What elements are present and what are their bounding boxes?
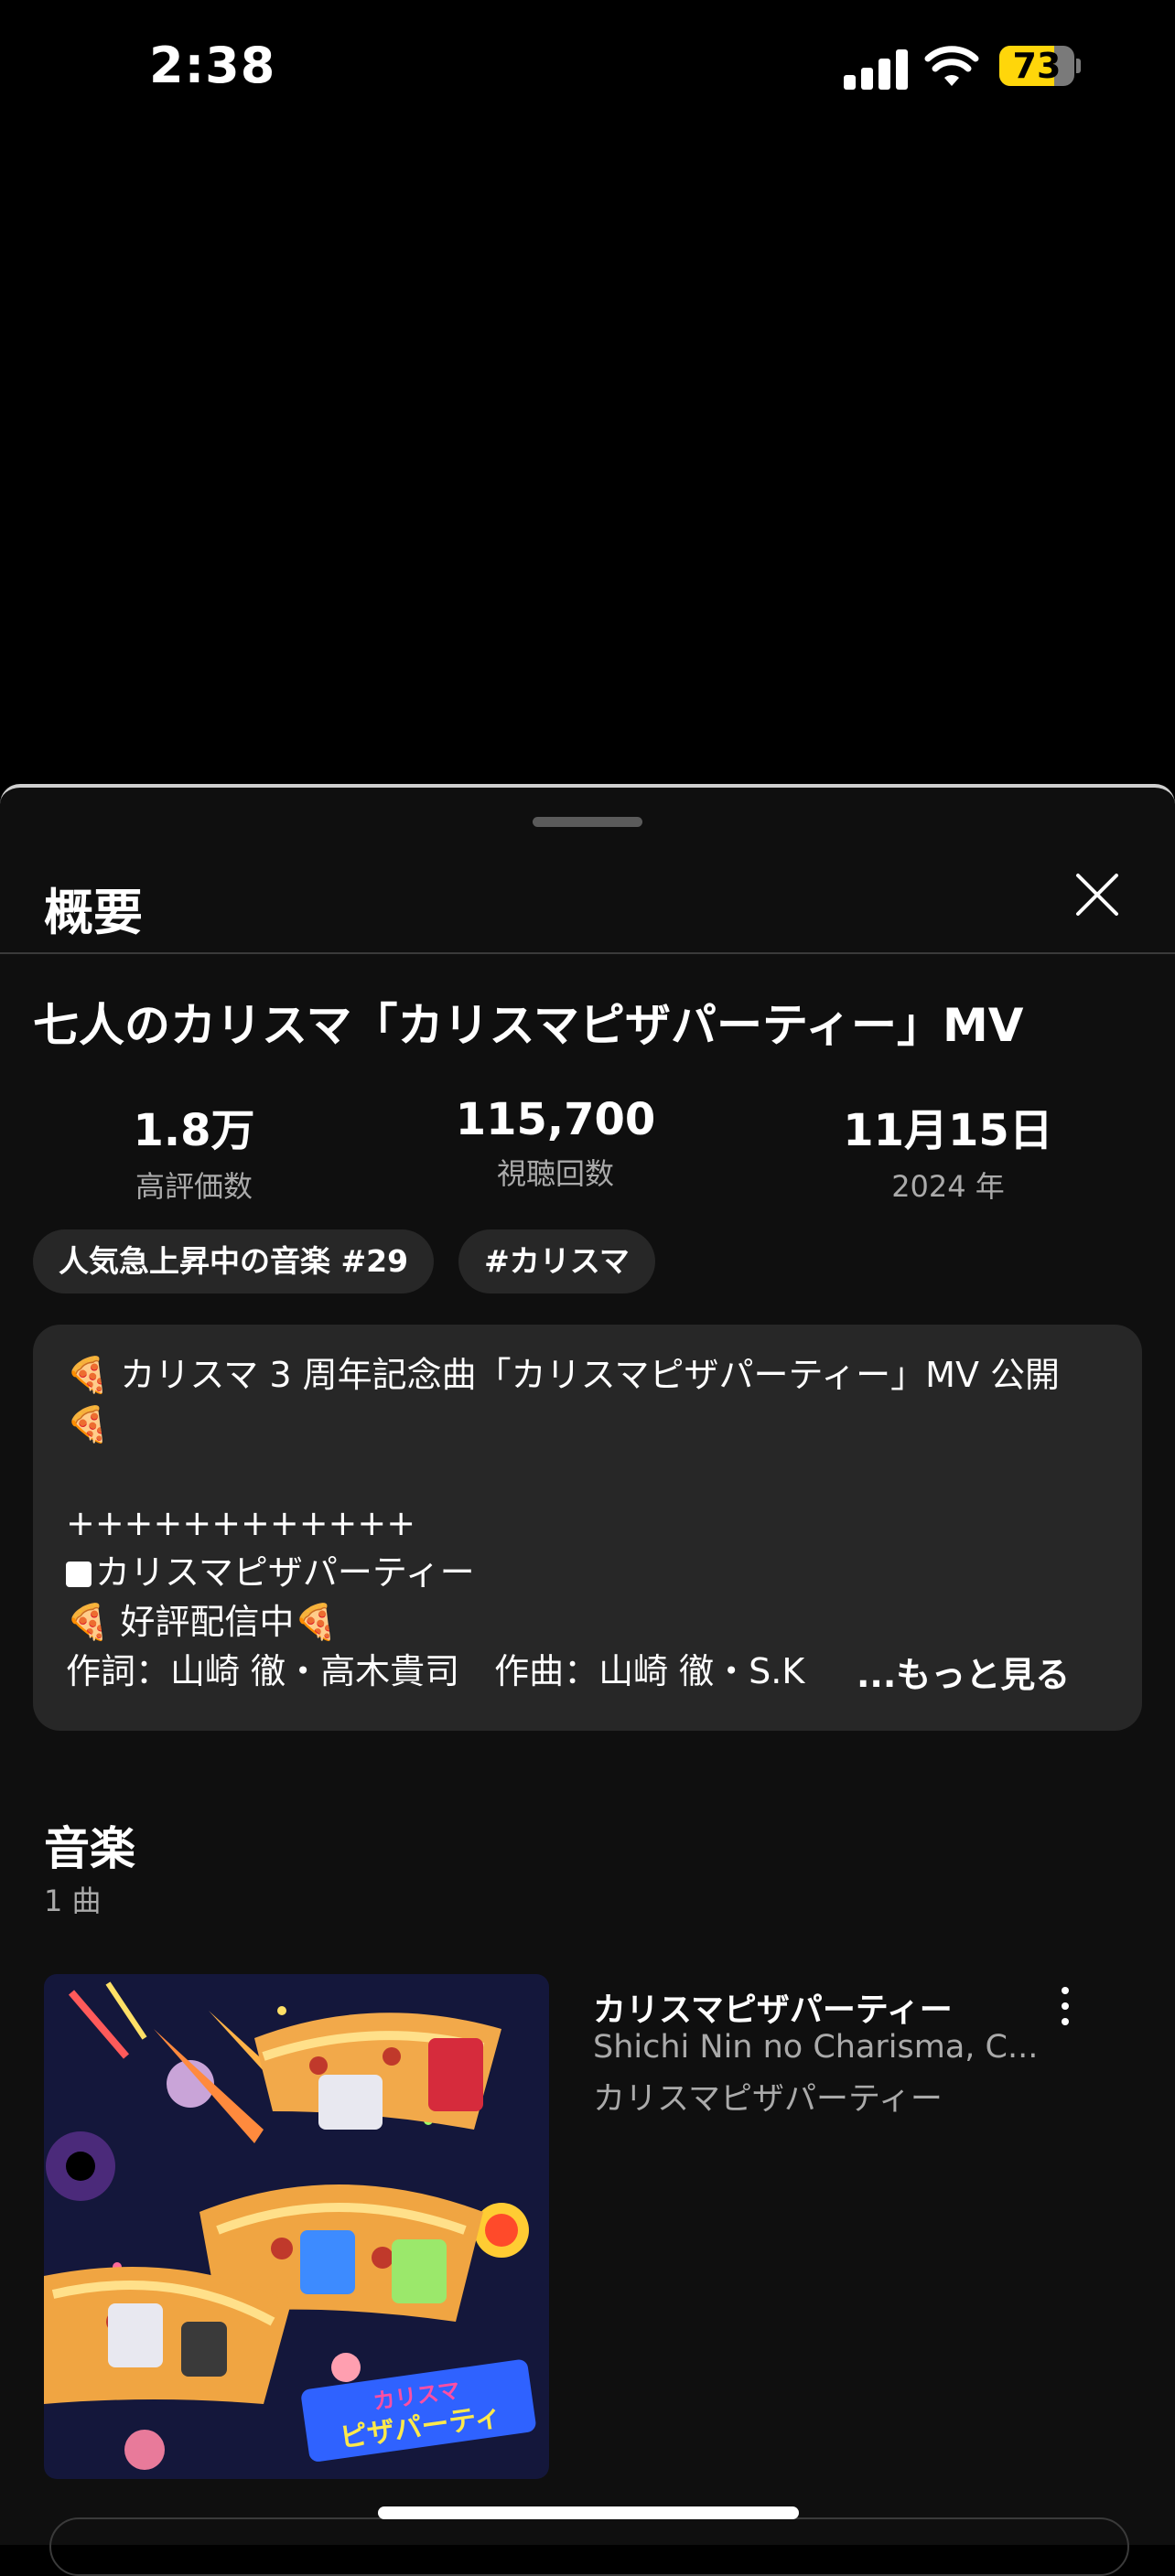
track-artist: Shichi Nin no Charisma, C... bbox=[593, 2029, 1039, 2066]
status-bar: 2:38 73 bbox=[0, 0, 1175, 137]
sheet-header: 概要 bbox=[0, 843, 1175, 954]
track-title: カリスマピザパーティー bbox=[593, 1991, 953, 2029]
status-time: 2:38 bbox=[149, 37, 276, 94]
date-stat: 11月15日 2024 年 bbox=[811, 1094, 1085, 1206]
track-album: カリスマピザパーティー bbox=[593, 2081, 943, 2118]
more-options-icon[interactable] bbox=[1051, 1983, 1078, 2029]
description-sheet: 概要 七人のカリスマ「カリスマピザパーティー」MV 1.8万 高評価数 115,… bbox=[0, 784, 1175, 2545]
bottom-card-outline bbox=[49, 2517, 1129, 2576]
description-line: 🍕 カリスマ 3 周年記念曲「カリスマピザパーティー」MV 公開 bbox=[66, 1355, 1061, 1395]
description-line: ++++++++++++ bbox=[66, 1503, 416, 1543]
battery-icon: 73 bbox=[999, 46, 1081, 88]
close-icon[interactable] bbox=[1073, 870, 1122, 919]
show-more-button[interactable]: ...もっと見る bbox=[857, 1647, 1070, 1697]
battery-level: 73 bbox=[1012, 46, 1062, 86]
square-bullet-icon bbox=[66, 1562, 92, 1587]
likes-stat: 1.8万 高評価数 bbox=[57, 1094, 331, 1206]
music-section-heading: 音楽 bbox=[44, 1822, 135, 1875]
sheet-title: 概要 bbox=[44, 884, 143, 941]
tag-chips: 人気急上昇中の音楽 #29 #カリスマ bbox=[33, 1229, 675, 1293]
chip-hashtag[interactable]: #カリスマ bbox=[458, 1229, 655, 1293]
video-stats: 1.8万 高評価数 115,700 視聴回数 11月15日 2024 年 bbox=[0, 1094, 1175, 1204]
description-line: 🍕 好評配信中🍕 bbox=[66, 1602, 338, 1642]
description-line: 作詞：山崎 徹・高木貴司 作曲：山崎 徹・S.K bbox=[66, 1647, 889, 1696]
likes-value: 1.8万 bbox=[133, 1105, 255, 1156]
description-line: カリスマピザパーティー bbox=[66, 1548, 1109, 1597]
wifi-icon bbox=[924, 46, 979, 86]
likes-label: 高評価数 bbox=[135, 1169, 253, 1204]
description-song-name: カリスマピザパーティー bbox=[95, 1552, 475, 1593]
video-title: 七人のカリスマ「カリスマピザパーティー」MV bbox=[33, 999, 1024, 1052]
chip-trending[interactable]: 人気急上昇中の音楽 #29 bbox=[33, 1229, 435, 1293]
views-value: 115,700 bbox=[455, 1094, 656, 1145]
date-year: 2024 年 bbox=[891, 1169, 1005, 1204]
music-track-count: 1 曲 bbox=[44, 1884, 102, 1918]
views-stat: 115,700 視聴回数 bbox=[418, 1094, 693, 1193]
description-box[interactable]: 🍕 カリスマ 3 周年記念曲「カリスマピザパーティー」MV 公開 🍕 +++++… bbox=[33, 1325, 1142, 1731]
music-track-item[interactable]: カリスマ ピザパーティ カリスマピザパーティー Shichi Nin no Ch… bbox=[44, 1974, 1142, 2486]
date-value: 11月15日 bbox=[843, 1105, 1053, 1156]
album-art-illustration: カリスマ ピザパーティ bbox=[44, 1974, 549, 2479]
sheet-drag-handle[interactable] bbox=[533, 817, 642, 827]
video-player[interactable] bbox=[0, 137, 1175, 787]
album-art[interactable]: カリスマ ピザパーティ bbox=[44, 1974, 549, 2479]
views-label: 視聴回数 bbox=[496, 1156, 614, 1191]
cellular-signal-icon bbox=[844, 48, 908, 90]
description-text: 🍕 カリスマ 3 周年記念曲「カリスマピザパーティー」MV 公開 🍕 +++++… bbox=[66, 1350, 1109, 1696]
home-indicator[interactable] bbox=[378, 2506, 799, 2519]
description-line: 🍕 bbox=[66, 1404, 110, 1444]
